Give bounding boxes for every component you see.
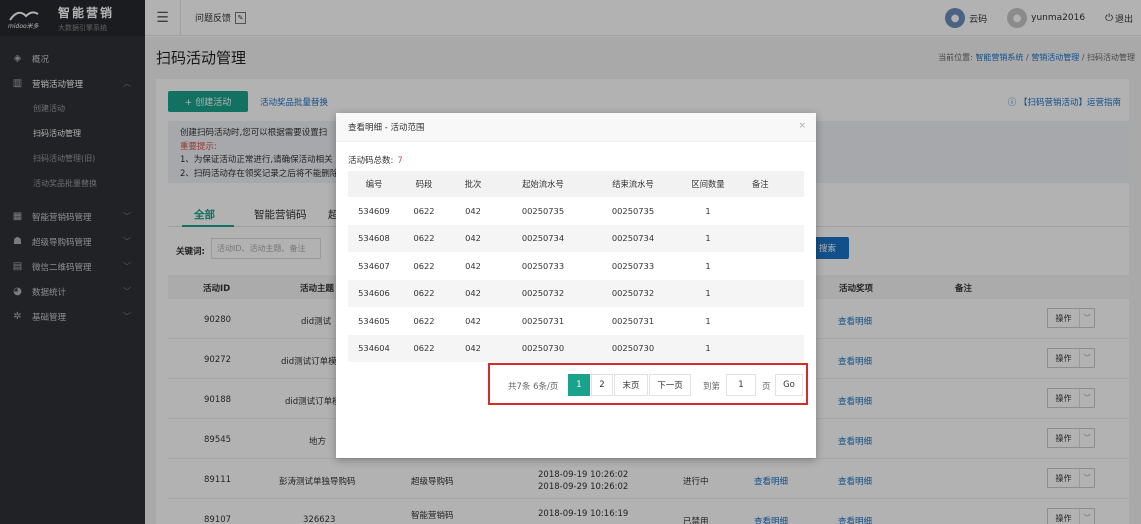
goto-label: 到第 <box>703 382 721 392</box>
cell-start: 00250732 <box>498 279 588 307</box>
cell-end: 00250735 <box>611 205 655 216</box>
cell-batch: 042 <box>448 334 498 362</box>
total-label: 活动码总数: <box>348 156 394 166</box>
col-header: 起始流水号 <box>498 171 588 197</box>
cell-start: 00250731 <box>521 315 565 326</box>
next-page-button[interactable]: 下一页 <box>649 374 691 396</box>
close-icon[interactable]: × <box>798 121 806 131</box>
cell-batch: 042 <box>465 205 481 216</box>
cell-remark <box>738 334 804 362</box>
goto-page-input[interactable]: 1 <box>726 374 756 396</box>
cell-no: 534608 <box>348 224 400 252</box>
cell-remark <box>738 197 804 225</box>
cell-remark <box>738 252 804 280</box>
table-row: 534605 0622 042 00250731 00250731 1 <box>348 307 804 335</box>
page-button-1[interactable]: 1 <box>568 374 590 396</box>
cell-start: 00250733 <box>521 260 565 271</box>
col-header: 结束流水号 <box>588 171 678 197</box>
cell-end: 00250734 <box>588 224 678 252</box>
cell-no: 534604 <box>348 334 400 362</box>
col-header: 编号 <box>348 171 400 197</box>
col-header: 码段 <box>400 171 448 197</box>
cell-end: 00250733 <box>611 260 655 271</box>
pagination: 共7条 6条/页 1 2 末页 下一页 到第 1 页 Go <box>488 363 808 405</box>
cell-no: 534605 <box>358 315 390 326</box>
last-page-button[interactable]: 末页 <box>614 374 648 396</box>
cell-count: 1 <box>678 334 738 362</box>
pager-summary: 共7条 6条/页 <box>508 382 559 392</box>
cell-count: 1 <box>705 260 711 271</box>
table-row: 534609 0622 042 00250735 00250735 1 <box>348 197 804 225</box>
modal-header: 查看明细 - 活动范围 <box>336 113 816 142</box>
cell-start: 00250735 <box>521 205 565 216</box>
cell-remark <box>738 307 804 335</box>
cell-segment: 0622 <box>413 260 435 271</box>
cell-end: 00250732 <box>588 279 678 307</box>
cell-batch: 042 <box>465 260 481 271</box>
cell-count: 1 <box>705 205 711 216</box>
table-row: 534608 0622 042 00250734 00250734 1 <box>348 224 804 252</box>
cell-batch: 042 <box>465 315 481 326</box>
cell-segment: 0622 <box>400 334 448 362</box>
cell-segment: 0622 <box>413 205 435 216</box>
cell-segment: 0622 <box>413 315 435 326</box>
table-row: 534606 0622 042 00250732 00250732 1 <box>348 279 804 307</box>
total-count: 活动码总数: 7 <box>348 154 403 166</box>
table-row: 534607 0622 042 00250733 00250733 1 <box>348 252 804 280</box>
modal-title: 查看明细 - 活动范围 <box>348 123 425 133</box>
table-header-row: 编号 码段 批次 起始流水号 结束流水号 区间数量 备注 <box>348 171 804 197</box>
cell-start: 00250730 <box>498 334 588 362</box>
col-header: 备注 <box>738 171 804 197</box>
col-header: 批次 <box>448 171 498 197</box>
cell-segment: 0622 <box>400 224 448 252</box>
cell-no: 534609 <box>358 205 390 216</box>
table-row: 534604 0622 042 00250730 00250730 1 <box>348 334 804 362</box>
cell-batch: 042 <box>448 279 498 307</box>
range-table: 编号 码段 批次 起始流水号 结束流水号 区间数量 备注 534609 0622… <box>348 171 804 362</box>
cell-segment: 0622 <box>400 279 448 307</box>
page-unit-label: 页 <box>762 382 771 392</box>
cell-count: 1 <box>705 315 711 326</box>
go-button[interactable]: Go <box>775 374 803 396</box>
total-value: 7 <box>397 156 403 166</box>
page-button-2[interactable]: 2 <box>591 374 613 396</box>
cell-no: 534607 <box>358 260 390 271</box>
cell-count: 1 <box>678 279 738 307</box>
col-header: 区间数量 <box>678 171 738 197</box>
cell-count: 1 <box>678 224 738 252</box>
cell-end: 00250730 <box>588 334 678 362</box>
cell-batch: 042 <box>448 224 498 252</box>
cell-remark <box>738 224 804 252</box>
cell-remark <box>738 279 804 307</box>
cell-no: 534606 <box>348 279 400 307</box>
detail-modal: 查看明细 - 活动范围 × 活动码总数: 7 编号 码段 批次 起始流水号 结束流… <box>336 113 816 458</box>
cell-start: 00250734 <box>498 224 588 252</box>
cell-end: 00250731 <box>611 315 655 326</box>
